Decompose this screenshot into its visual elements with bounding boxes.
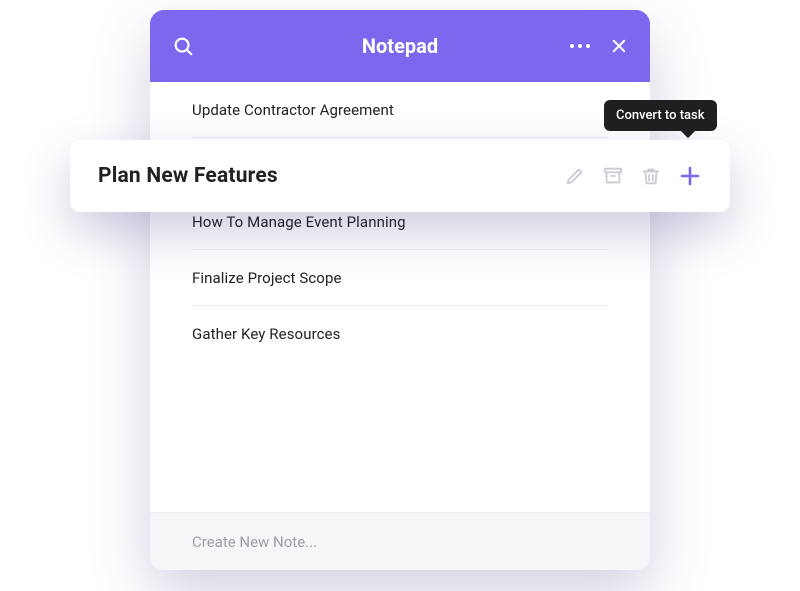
more-icon[interactable] [570, 44, 590, 48]
note-title: Finalize Project Scope [192, 269, 342, 287]
convert-to-task-icon[interactable] [678, 164, 702, 188]
notepad-panel: Notepad Update Contractor Agreement How … [150, 10, 650, 570]
note-row[interactable]: Gather Key Resources [192, 306, 608, 362]
archive-icon[interactable] [602, 165, 624, 187]
edit-icon[interactable] [564, 165, 586, 187]
create-note-button[interactable]: Create New Note... [150, 512, 650, 570]
convert-tooltip: Convert to task [604, 100, 717, 131]
trash-icon[interactable] [640, 165, 662, 187]
active-note-title: Plan New Features [98, 164, 548, 188]
search-icon[interactable] [172, 35, 194, 57]
panel-header: Notepad [150, 10, 650, 82]
close-icon[interactable] [610, 37, 628, 55]
active-note-card[interactable]: Plan New Features [70, 140, 730, 212]
note-row[interactable]: Finalize Project Scope [192, 250, 608, 306]
create-note-label: Create New Note... [192, 533, 317, 551]
note-title: How To Manage Event Planning [192, 213, 406, 231]
tooltip-text: Convert to task [616, 108, 705, 123]
note-title: Gather Key Resources [192, 325, 340, 343]
note-title: Update Contractor Agreement [192, 101, 394, 119]
note-row[interactable]: Update Contractor Agreement [192, 82, 608, 138]
